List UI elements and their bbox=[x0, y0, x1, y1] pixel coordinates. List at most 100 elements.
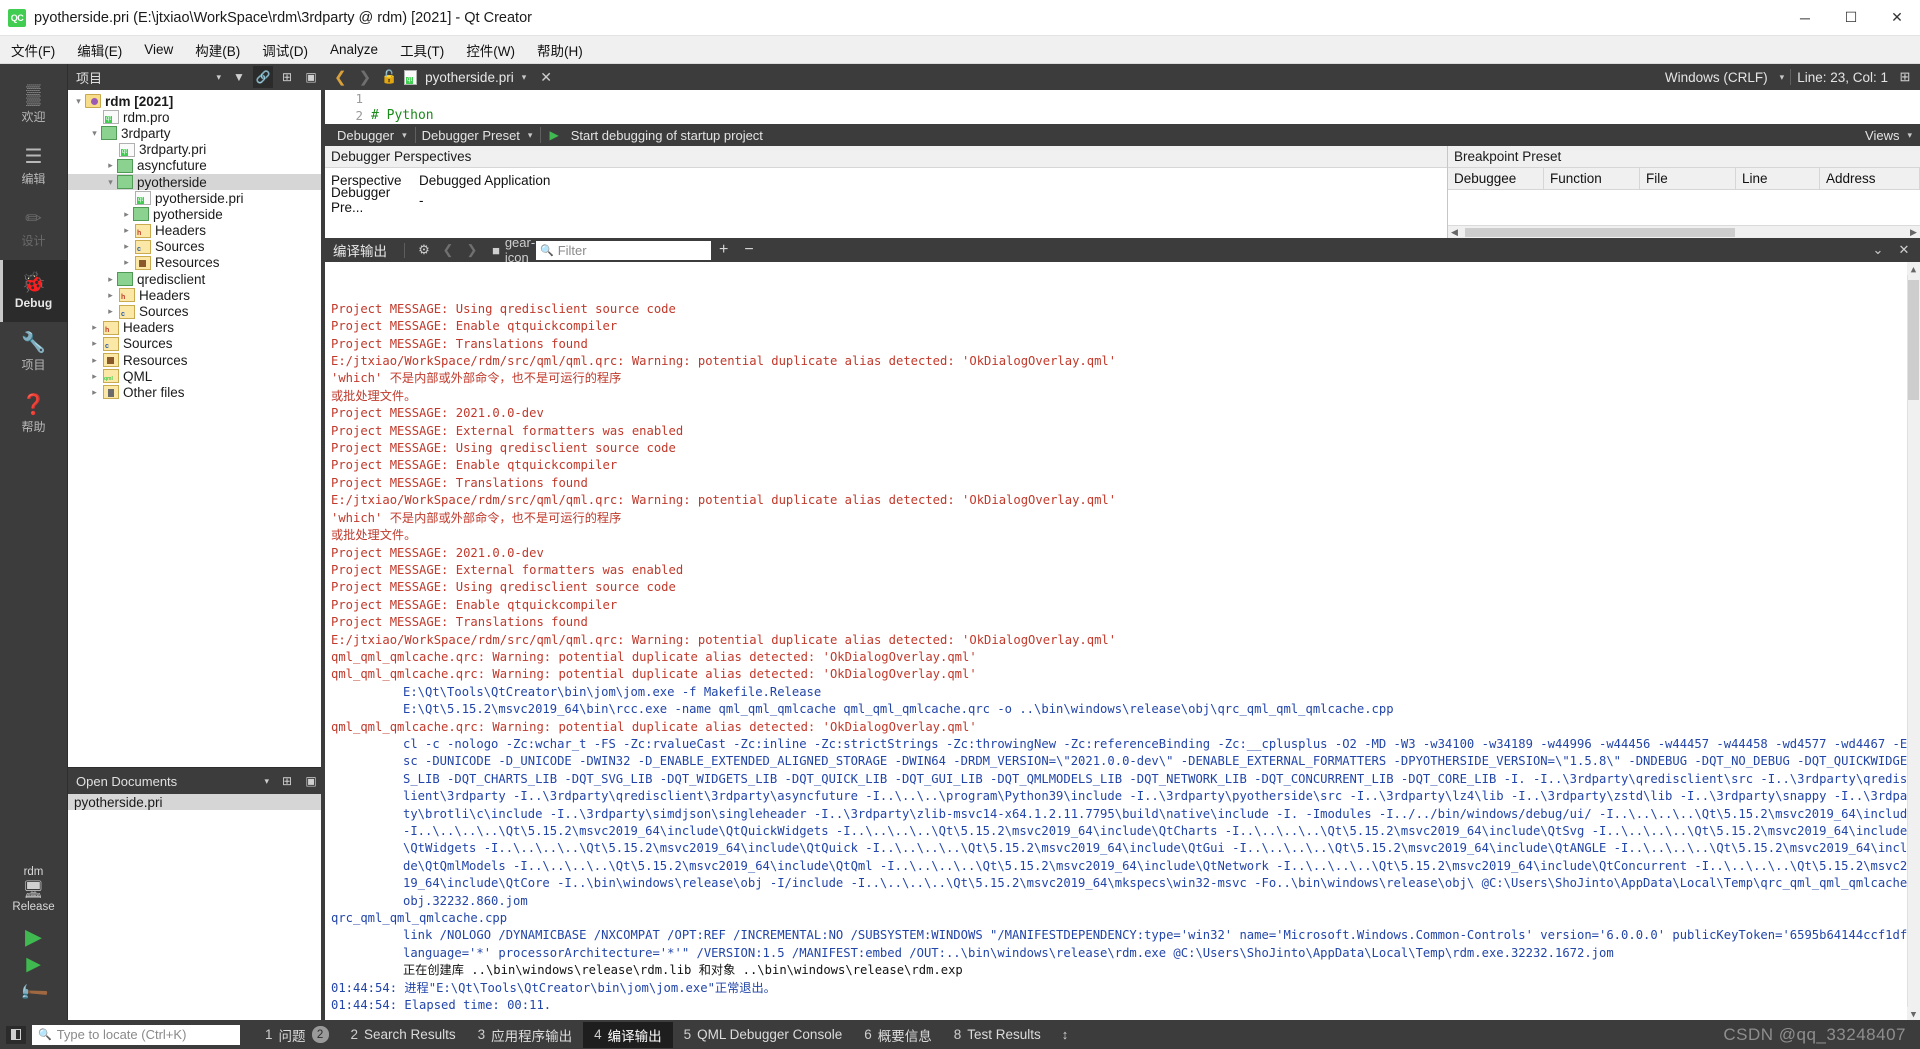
mode-帮助[interactable]: ❓ 帮助 bbox=[0, 384, 68, 446]
tree-item[interactable]: rdm [2021] bbox=[68, 93, 321, 109]
tree-item[interactable]: Headers bbox=[68, 287, 321, 303]
code-editor[interactable]: 1 2 # Python bbox=[325, 90, 1920, 124]
vscroll-thumb[interactable] bbox=[1908, 280, 1919, 400]
breakpoint-column-debuggee[interactable]: Debuggee bbox=[1448, 168, 1544, 189]
chevron-right-icon[interactable] bbox=[104, 160, 117, 171]
chevron-right-icon[interactable] bbox=[88, 338, 101, 349]
output-tab-5[interactable]: 5 QML Debugger Console bbox=[673, 1024, 854, 1045]
tree-item[interactable]: Headers bbox=[68, 223, 321, 239]
tree-item[interactable]: Resources bbox=[68, 352, 321, 368]
mode-欢迎[interactable]: ▒ 欢迎 bbox=[0, 74, 68, 136]
prev-issue-icon[interactable]: ❮ bbox=[436, 239, 460, 261]
tree-item[interactable]: Sources bbox=[68, 239, 321, 255]
zoom-in-button[interactable]: + bbox=[711, 242, 736, 258]
chevron-down-icon[interactable] bbox=[104, 177, 117, 188]
maximize-panel-icon[interactable]: ⌄ bbox=[1866, 239, 1890, 261]
tree-item[interactable]: Headers bbox=[68, 320, 321, 336]
tree-item[interactable]: Sources bbox=[68, 303, 321, 319]
tree-item[interactable]: pyotherside bbox=[68, 173, 321, 191]
breakpoint-column-address[interactable]: Address bbox=[1820, 168, 1920, 189]
compile-output-text[interactable]: Project MESSAGE: Using qredisclient sour… bbox=[325, 262, 1920, 1020]
menu-item-view[interactable]: View bbox=[133, 39, 184, 60]
collapse-icon[interactable]: ▣ bbox=[301, 66, 321, 88]
tree-item[interactable]: 3rdparty bbox=[68, 125, 321, 142]
tree-item[interactable]: Other files bbox=[68, 384, 321, 400]
line-ending-chevron-down-icon[interactable]: ▾ bbox=[1774, 72, 1791, 83]
hscroll-track[interactable] bbox=[1461, 226, 1907, 238]
chevron-right-icon[interactable] bbox=[104, 290, 117, 301]
start-debugging-label[interactable]: Start debugging of startup project bbox=[565, 128, 769, 143]
tree-item[interactable]: qredisclient bbox=[68, 271, 321, 288]
compile-output-vscrollbar[interactable]: ▲ ▼ bbox=[1907, 262, 1920, 1020]
open-document-item[interactable]: pyotherside.pri bbox=[68, 794, 321, 810]
expand-all-icon[interactable]: ⊞ bbox=[277, 66, 297, 88]
tree-item[interactable]: Resources bbox=[68, 255, 321, 271]
debugger-chevron-down-icon[interactable]: ▾ bbox=[400, 130, 415, 141]
menu-item-调试d[interactable]: 调试(D) bbox=[251, 37, 319, 63]
mode-debug[interactable]: 🐞 Debug bbox=[0, 260, 68, 322]
hscroll-thumb[interactable] bbox=[1465, 227, 1735, 237]
scroll-up-icon[interactable]: ▲ bbox=[1907, 262, 1920, 275]
filter-input[interactable]: 🔍 Filter bbox=[536, 240, 711, 260]
close-panel-icon[interactable]: ✕ bbox=[1892, 239, 1916, 261]
chevron-right-icon[interactable] bbox=[120, 241, 133, 252]
breakpoint-rows[interactable] bbox=[1448, 190, 1920, 225]
scroll-left-icon[interactable]: ◀ bbox=[1448, 227, 1461, 238]
editor-file-chevron-down-icon[interactable]: ▾ bbox=[516, 72, 533, 83]
debugger-selector[interactable]: Debugger bbox=[331, 128, 400, 143]
breakpoint-hscrollbar[interactable]: ◀ ▶ bbox=[1448, 225, 1920, 238]
close-icon[interactable]: ▣ bbox=[301, 770, 321, 792]
preset-chevron-down-icon[interactable]: ▾ bbox=[526, 130, 541, 141]
output-tab-4[interactable]: 4 编译输出 bbox=[583, 1021, 673, 1048]
gear-icon[interactable]: gear-icon bbox=[505, 235, 535, 265]
maximize-button[interactable]: ☐ bbox=[1828, 0, 1874, 36]
tree-item[interactable]: rdm.pro bbox=[68, 109, 321, 125]
menu-item-构建b[interactable]: 构建(B) bbox=[184, 37, 251, 63]
chevron-down-icon[interactable] bbox=[88, 128, 101, 139]
breakpoint-column-line[interactable]: Line bbox=[1736, 168, 1820, 189]
menu-item-工具t[interactable]: 工具(T) bbox=[389, 37, 455, 63]
menu-item-控件w[interactable]: 控件(W) bbox=[455, 37, 526, 63]
chevron-right-icon[interactable] bbox=[88, 322, 101, 333]
chevron-right-icon[interactable] bbox=[88, 355, 101, 366]
zoom-out-button[interactable]: − bbox=[736, 242, 761, 258]
views-chevron-down-icon[interactable]: ▾ bbox=[1905, 130, 1920, 141]
line-ending-selector[interactable]: Windows (CRLF) bbox=[1659, 70, 1774, 85]
mode-项目[interactable]: 🔧 项目 bbox=[0, 322, 68, 384]
perspectives-table[interactable]: Perspective Debugged Application Debugger … bbox=[325, 168, 1447, 238]
navigate-back-icon[interactable]: ❮ bbox=[329, 68, 352, 86]
project-dock-chevron-down-icon[interactable]: ▾ bbox=[216, 72, 221, 83]
chevron-right-icon[interactable] bbox=[88, 371, 101, 382]
open-documents-list[interactable]: pyotherside.pri bbox=[68, 794, 321, 1020]
link-icon[interactable]: 🔗 bbox=[253, 66, 273, 88]
chevron-right-icon[interactable] bbox=[120, 225, 133, 236]
breakpoint-column-function[interactable]: Function bbox=[1544, 168, 1640, 189]
menu-item-analyze[interactable]: Analyze bbox=[319, 39, 389, 60]
perspective-row[interactable]: Perspective Debugged Application bbox=[325, 170, 1447, 190]
views-button[interactable]: Views bbox=[1859, 128, 1905, 143]
close-button[interactable]: ✕ bbox=[1874, 0, 1920, 36]
build-button[interactable]: 🔨 bbox=[16, 976, 51, 1011]
start-debug-icon[interactable]: ▶ bbox=[541, 128, 564, 142]
output-tab-6[interactable]: 6 概要信息 bbox=[853, 1022, 943, 1048]
sidebar-toggle-icon[interactable] bbox=[6, 1025, 26, 1044]
scroll-down-icon[interactable]: ▼ bbox=[1907, 1007, 1920, 1020]
split-icon[interactable]: ⊞ bbox=[277, 770, 297, 792]
mode-编辑[interactable]: ☰ 编辑 bbox=[0, 136, 68, 198]
unlock-icon[interactable]: 🔓 bbox=[378, 66, 400, 88]
tree-item[interactable]: QML bbox=[68, 368, 321, 384]
debugger-preset-selector[interactable]: Debugger Preset bbox=[416, 128, 526, 143]
chevron-right-icon[interactable] bbox=[120, 257, 133, 268]
split-editor-icon[interactable]: ⊞ bbox=[1894, 66, 1916, 88]
perspective-row[interactable]: Debugger Pre... - bbox=[325, 185, 1447, 215]
menu-item-编辑e[interactable]: 编辑(E) bbox=[66, 37, 133, 63]
chevron-right-icon[interactable] bbox=[104, 274, 117, 285]
breakpoint-column-file[interactable]: File bbox=[1640, 168, 1736, 189]
menu-item-文件f[interactable]: 文件(F) bbox=[0, 37, 66, 63]
rerun-icon[interactable]: ⚙ bbox=[412, 239, 436, 261]
scroll-right-icon[interactable]: ▶ bbox=[1907, 227, 1920, 238]
mode-设计[interactable]: ✏ 设计 bbox=[0, 198, 68, 260]
minimize-button[interactable]: ─ bbox=[1782, 0, 1828, 36]
output-tab-1[interactable]: 1 问题 2 bbox=[254, 1022, 340, 1048]
navigate-forward-icon[interactable]: ❯ bbox=[354, 68, 377, 86]
